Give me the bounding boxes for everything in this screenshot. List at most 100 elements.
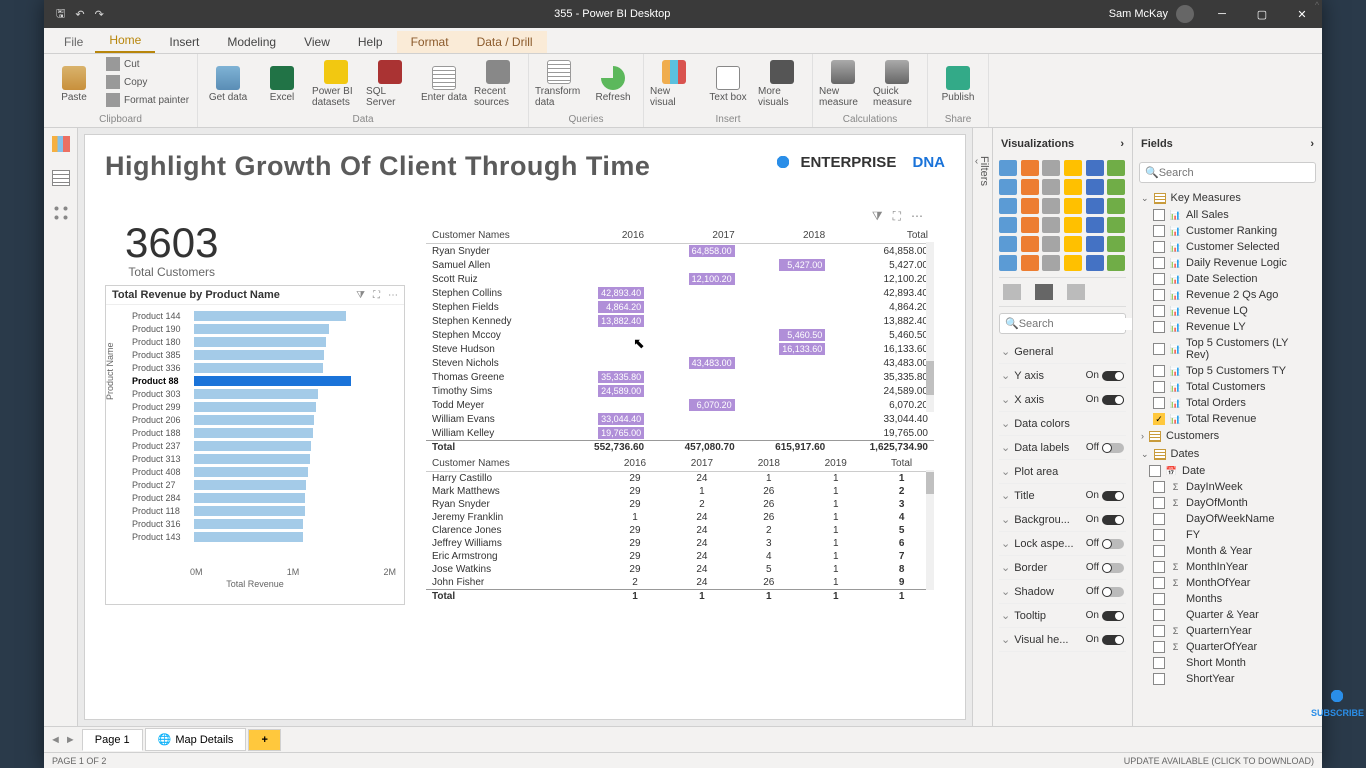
tab-help[interactable]: Help xyxy=(344,31,397,53)
bar-row[interactable]: Product 316 xyxy=(132,517,396,530)
ribbon-collapse-icon[interactable]: ^ xyxy=(1315,0,1319,10)
bar-row[interactable]: Product 408 xyxy=(132,465,396,478)
bar[interactable] xyxy=(194,428,313,438)
checkbox[interactable] xyxy=(1153,343,1165,355)
field-item[interactable]: ΣMonthOfYear xyxy=(1139,575,1316,591)
excel-button[interactable]: Excel xyxy=(258,56,306,112)
viz-type-icon[interactable] xyxy=(1086,198,1104,214)
next-page-icon[interactable]: ► xyxy=(65,734,76,746)
paste-button[interactable]: Paste xyxy=(50,56,98,112)
viz-type-icon[interactable] xyxy=(1107,160,1125,176)
refresh-button[interactable]: Refresh xyxy=(589,56,637,112)
table-row[interactable]: Timothy Sims24,589.0024,589.00 xyxy=(426,384,934,398)
col-header[interactable]: 2016 xyxy=(560,228,651,244)
checkbox[interactable] xyxy=(1153,257,1165,269)
focus-icon[interactable]: ⛶ xyxy=(373,290,380,301)
viz-type-icon[interactable] xyxy=(1042,217,1060,233)
quick-measure-button[interactable]: Quick measure xyxy=(873,56,921,112)
table-row[interactable]: William Kelley19,765.0019,765.00 xyxy=(426,426,934,441)
page-tab-map[interactable]: 🌐Map Details xyxy=(145,728,247,751)
bar-row[interactable]: Product 144 xyxy=(132,309,396,322)
toggle[interactable]: On xyxy=(1086,514,1124,525)
field-item[interactable]: 📊Daily Revenue Logic xyxy=(1139,255,1316,271)
tab-modeling[interactable]: Modeling xyxy=(213,31,290,53)
table-row[interactable]: Todd Meyer6,070.206,070.20 xyxy=(426,398,934,412)
field-item[interactable]: 📊All Sales xyxy=(1139,207,1316,223)
subscribe-badge[interactable]: SUBSCRIBE xyxy=(1311,686,1364,718)
format-section[interactable]: ⌄TitleOn xyxy=(999,484,1126,508)
format-section[interactable]: ⌄Y axisOn xyxy=(999,364,1126,388)
viz-type-icon[interactable] xyxy=(1042,160,1060,176)
bar[interactable] xyxy=(194,402,316,412)
viz-type-icon[interactable] xyxy=(1107,179,1125,195)
viz-type-icon[interactable] xyxy=(1086,255,1104,271)
table-row[interactable]: Samuel Allen5,427.005,427.00 xyxy=(426,258,934,272)
field-item[interactable]: 📅Date xyxy=(1139,463,1316,479)
viz-type-icon[interactable] xyxy=(1107,255,1125,271)
minimize-button[interactable]: ─ xyxy=(1202,0,1242,28)
checkbox[interactable] xyxy=(1153,641,1165,653)
viz-type-icon[interactable] xyxy=(1064,236,1082,252)
transform-data-button[interactable]: Transform data xyxy=(535,56,583,112)
viz-type-icon[interactable] xyxy=(1021,179,1039,195)
viz-type-icon[interactable] xyxy=(1064,255,1082,271)
format-section[interactable]: ⌄BorderOff xyxy=(999,556,1126,580)
viz-type-icon[interactable] xyxy=(999,255,1017,271)
bar[interactable] xyxy=(194,337,326,347)
field-table[interactable]: ›Customers xyxy=(1139,427,1316,445)
table-row[interactable]: Stephen Collins42,893.4042,893.40 xyxy=(426,286,934,300)
table-row[interactable]: Jose Watkins2924518 xyxy=(426,563,934,576)
checkbox[interactable] xyxy=(1153,381,1165,393)
viz-type-icon[interactable] xyxy=(1064,179,1082,195)
table-row[interactable]: Scott Ruiz12,100.2012,100.20 xyxy=(426,272,934,286)
field-item[interactable]: 📊Customer Selected xyxy=(1139,239,1316,255)
checkbox[interactable] xyxy=(1153,321,1165,333)
table-row[interactable]: Stephen Fields4,864.204,864.20 xyxy=(426,300,934,314)
matrix-rank-visual[interactable]: Customer Names2016201720182019TotalHarry… xyxy=(425,455,935,605)
table-row[interactable]: Harry Castillo2924111 xyxy=(426,472,934,486)
tab-datadrill[interactable]: Data / Drill xyxy=(463,31,547,53)
cut-button[interactable]: Cut xyxy=(104,56,191,72)
bar-row[interactable]: Product 284 xyxy=(132,491,396,504)
page-tab-1[interactable]: Page 1 xyxy=(82,729,143,751)
col-header[interactable]: 2018 xyxy=(735,456,802,472)
field-item[interactable]: Short Month xyxy=(1139,655,1316,671)
bar-row[interactable]: Product 88 xyxy=(132,374,396,387)
viz-type-icon[interactable] xyxy=(1042,198,1060,214)
bar[interactable] xyxy=(194,324,329,334)
model-view-icon[interactable] xyxy=(52,204,70,220)
col-header[interactable]: 2016 xyxy=(602,456,669,472)
checkbox[interactable] xyxy=(1153,657,1165,669)
checkbox[interactable] xyxy=(1153,577,1165,589)
viz-type-icon[interactable] xyxy=(1021,255,1039,271)
field-item[interactable]: DayOfWeekName xyxy=(1139,511,1316,527)
field-item[interactable]: Month & Year xyxy=(1139,543,1316,559)
data-view-icon[interactable] xyxy=(52,170,70,186)
format-section[interactable]: ⌄Lock aspe...Off xyxy=(999,532,1126,556)
table-row[interactable]: Stephen Kennedy13,882.4013,882.40 xyxy=(426,314,934,328)
checkbox[interactable] xyxy=(1153,673,1165,685)
viz-type-icon[interactable] xyxy=(1021,217,1039,233)
col-header[interactable]: Customer Names xyxy=(426,456,602,472)
toggle[interactable]: Off xyxy=(1086,442,1124,453)
table-row[interactable]: Steven Nichols43,483.0043,483.00 xyxy=(426,356,934,370)
field-item[interactable]: 📊Customer Ranking xyxy=(1139,223,1316,239)
col-header[interactable]: 2019 xyxy=(802,456,869,472)
checkbox[interactable] xyxy=(1153,481,1165,493)
viz-type-icon[interactable] xyxy=(1021,198,1039,214)
report-view-icon[interactable] xyxy=(52,136,70,152)
format-search-input[interactable] xyxy=(1019,318,1132,330)
viz-type-icon[interactable] xyxy=(999,179,1017,195)
checkbox[interactable] xyxy=(1153,529,1165,541)
bar[interactable] xyxy=(194,311,346,321)
focus-icon[interactable]: ⛶ xyxy=(893,209,901,224)
field-item[interactable]: Quarter & Year xyxy=(1139,607,1316,623)
viz-type-icon[interactable] xyxy=(1021,160,1039,176)
checkbox[interactable] xyxy=(1153,545,1165,557)
viz-type-icon[interactable] xyxy=(1064,160,1082,176)
field-item[interactable]: 📊Revenue 2 Qs Ago xyxy=(1139,287,1316,303)
field-item[interactable]: ΣDayOfMonth xyxy=(1139,495,1316,511)
table-row[interactable]: Jeffrey Williams2924316 xyxy=(426,537,934,550)
viz-type-icon[interactable] xyxy=(1107,198,1125,214)
bar-row[interactable]: Product 336 xyxy=(132,361,396,374)
